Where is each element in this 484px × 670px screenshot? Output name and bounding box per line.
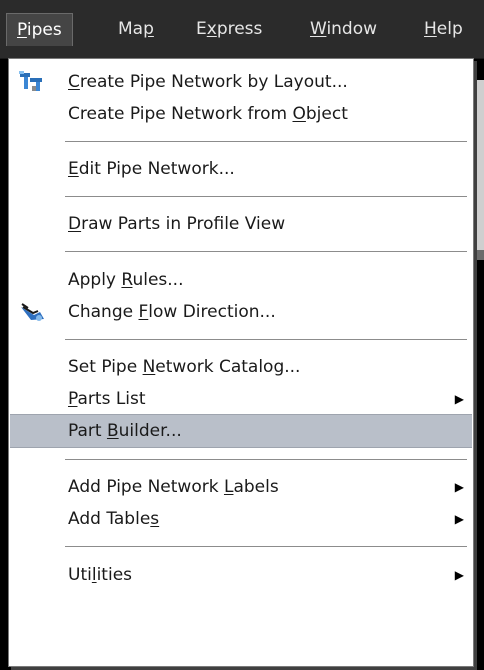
menu-item-create-pipe-network-from-object[interactable]: Create Pipe Network from Object [10, 98, 472, 130]
menu-separator [65, 141, 467, 143]
menu-separator [65, 251, 467, 253]
submenu-arrow-icon: ▶ [454, 568, 464, 582]
menu-item-set-pipe-network-catalog[interactable]: Set Pipe Network Catalog... [10, 351, 472, 383]
pipes-dropdown-menu: Create Pipe Network by Layout... Create … [8, 58, 474, 667]
submenu-arrow-icon: ▶ [454, 480, 464, 494]
menu-item-draw-parts-in-profile-view[interactable]: Draw Parts in Profile View [10, 208, 472, 240]
menu-window[interactable]: Window [300, 13, 387, 45]
menu-express[interactable]: Express [186, 13, 272, 45]
menu-help[interactable]: Help [414, 13, 473, 45]
menu-map[interactable]: Map [108, 13, 164, 45]
submenu-arrow-icon: ▶ [454, 512, 464, 526]
menu-item-add-pipe-network-labels[interactable]: Add Pipe Network Labels ▶ [10, 471, 472, 503]
menu-item-apply-rules[interactable]: Apply Rules... [10, 264, 472, 296]
menu-separator [65, 196, 467, 198]
menu-separator [65, 546, 467, 548]
menu-bar: Pipes Map Express Window Help [0, 0, 484, 59]
menu-item-utilities[interactable]: Utilities ▶ [10, 559, 472, 591]
menu-item-add-tables[interactable]: Add Tables ▶ [10, 503, 472, 535]
menu-separator [65, 459, 467, 461]
submenu-arrow-icon: ▶ [454, 392, 464, 406]
menu-item-change-flow-direction[interactable]: Change Flow Direction... [10, 296, 472, 328]
menu-separator [65, 339, 467, 341]
flow-direction-icon [18, 300, 46, 324]
menu-item-create-pipe-network-by-layout[interactable]: Create Pipe Network by Layout... [10, 66, 472, 98]
menu-item-part-builder[interactable]: Part Builder... [10, 414, 472, 448]
pipe-network-layout-icon [18, 70, 46, 94]
menu-item-parts-list[interactable]: Parts List ▶ [10, 383, 472, 415]
menu-item-edit-pipe-network[interactable]: Edit Pipe Network... [10, 153, 472, 185]
menu-pipes[interactable]: Pipes [6, 13, 73, 46]
